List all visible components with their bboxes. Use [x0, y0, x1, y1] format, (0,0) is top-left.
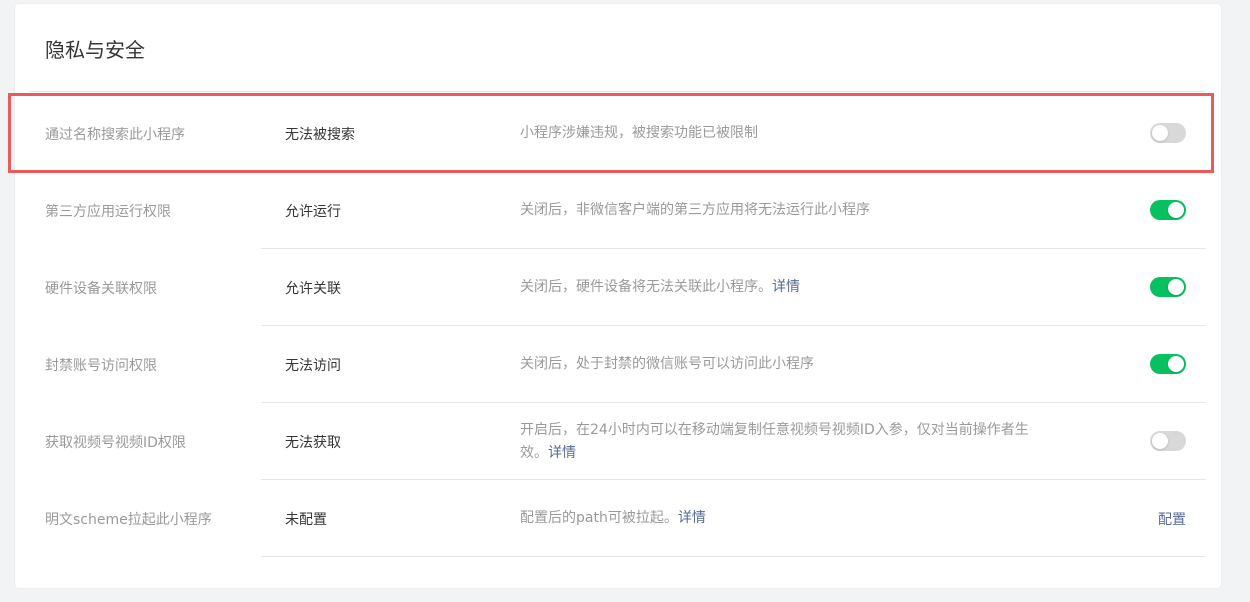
setting-value: 允许关联 — [285, 280, 341, 297]
row-divider — [261, 556, 1206, 557]
setting-description-text: 开启后，在24小时内可以在移动端复制任意视频号视频ID入参，仅对当前操作者生效。 — [520, 421, 1029, 461]
setting-label: 封禁账号访问权限 — [45, 357, 157, 374]
hardware-link-toggle[interactable] — [1150, 277, 1186, 297]
details-link[interactable]: 详情 — [678, 510, 706, 526]
setting-row-hardware-link: 硬件设备关联权限 允许关联 关闭后，硬件设备将无法关联此小程序。详情 — [30, 249, 1206, 326]
setting-description-text: 关闭后，硬件设备将无法关联此小程序。 — [520, 279, 772, 295]
setting-description: 关闭后，硬件设备将无法关联此小程序。详情 — [520, 249, 1050, 326]
setting-description-text: 关闭后，处于封禁的微信账号可以访问此小程序 — [520, 356, 814, 372]
privacy-security-card: 隐私与安全 通过名称搜索此小程序 无法被搜索 小程序涉嫌违规，被搜索功能已被限制… — [15, 4, 1221, 588]
search-by-name-toggle[interactable] — [1150, 123, 1186, 143]
setting-label: 明文scheme拉起此小程序 — [45, 511, 212, 528]
setting-value: 无法访问 — [285, 357, 341, 374]
title-divider — [30, 91, 1206, 92]
setting-description: 开启后，在24小时内可以在移动端复制任意视频号视频ID入参，仅对当前操作者生效。… — [520, 403, 1050, 480]
setting-description-text: 配置后的path可被拉起。 — [520, 510, 678, 526]
setting-row-plaintext-scheme: 明文scheme拉起此小程序 未配置 配置后的path可被拉起。详情 配置 — [30, 480, 1206, 557]
setting-description-text: 关闭后，非微信客户端的第三方应用将无法运行此小程序 — [520, 202, 870, 218]
setting-label: 通过名称搜索此小程序 — [45, 126, 185, 143]
toggle-knob — [1152, 125, 1168, 141]
details-link[interactable]: 详情 — [548, 445, 576, 461]
setting-description-text: 小程序涉嫌违规，被搜索功能已被限制 — [520, 125, 758, 141]
toggle-knob — [1168, 356, 1184, 372]
setting-label: 第三方应用运行权限 — [45, 203, 171, 220]
setting-description: 关闭后，非微信客户端的第三方应用将无法运行此小程序 — [520, 172, 1050, 249]
setting-label: 硬件设备关联权限 — [45, 280, 157, 297]
setting-label: 获取视频号视频ID权限 — [45, 434, 186, 451]
setting-value: 无法获取 — [285, 434, 341, 451]
setting-row-channels-video-id: 获取视频号视频ID权限 无法获取 开启后，在24小时内可以在移动端复制任意视频号… — [30, 403, 1206, 480]
page-title: 隐私与安全 — [45, 38, 145, 62]
setting-value: 未配置 — [285, 511, 327, 528]
channels-video-id-toggle[interactable] — [1150, 431, 1186, 451]
setting-value: 无法被搜索 — [285, 126, 355, 143]
setting-row-banned-account-access: 封禁账号访问权限 无法访问 关闭后，处于封禁的微信账号可以访问此小程序 — [30, 326, 1206, 403]
setting-row-third-party-run: 第三方应用运行权限 允许运行 关闭后，非微信客户端的第三方应用将无法运行此小程序 — [30, 172, 1206, 249]
toggle-knob — [1168, 202, 1184, 218]
setting-value: 允许运行 — [285, 203, 341, 220]
toggle-knob — [1168, 279, 1184, 295]
details-link[interactable]: 详情 — [772, 279, 800, 295]
setting-row-search-by-name: 通过名称搜索此小程序 无法被搜索 小程序涉嫌违规，被搜索功能已被限制 — [30, 95, 1206, 172]
setting-description: 关闭后，处于封禁的微信账号可以访问此小程序 — [520, 326, 1050, 403]
setting-description: 配置后的path可被拉起。详情 — [520, 480, 1050, 557]
toggle-knob — [1152, 433, 1168, 449]
setting-description: 小程序涉嫌违规，被搜索功能已被限制 — [520, 95, 1050, 172]
third-party-run-toggle[interactable] — [1150, 200, 1186, 220]
configure-link[interactable]: 配置 — [1158, 480, 1186, 557]
banned-account-access-toggle[interactable] — [1150, 354, 1186, 374]
